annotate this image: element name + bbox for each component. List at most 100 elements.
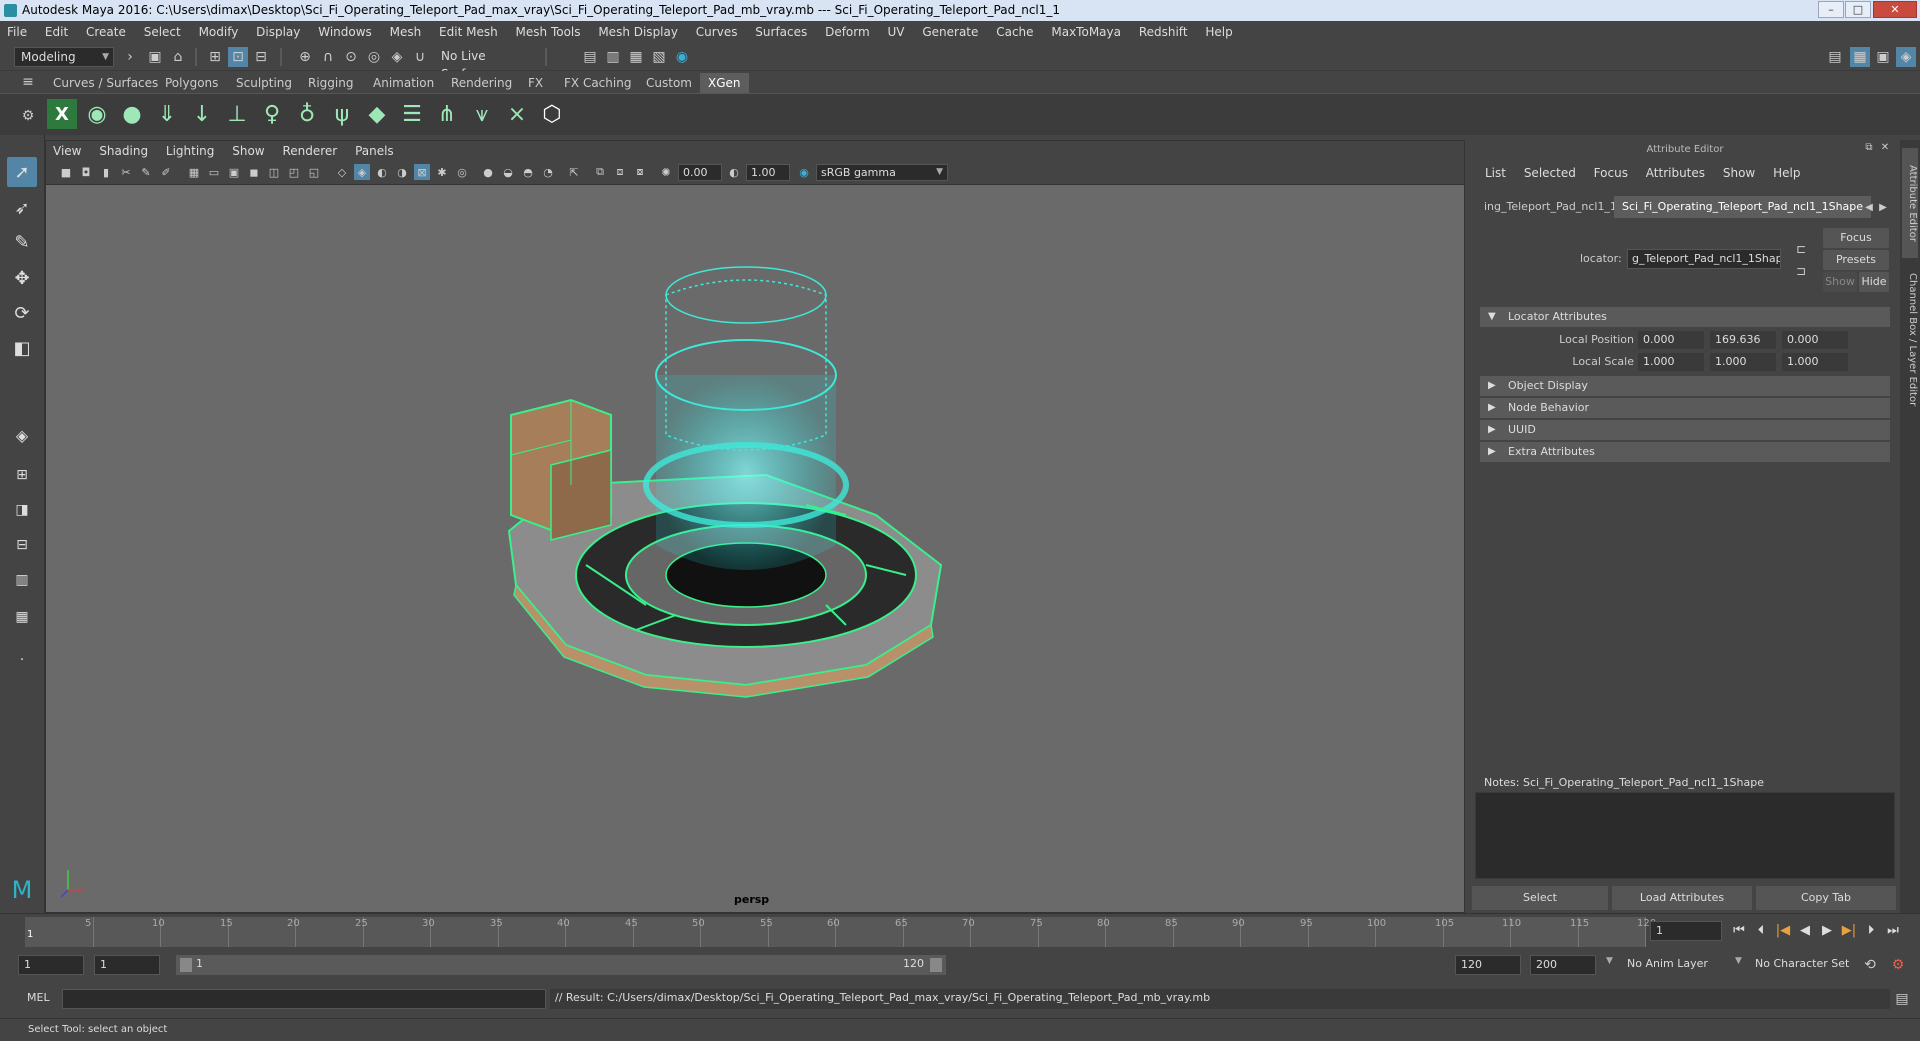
select-by-component-icon[interactable]: ⊟ [251,47,271,67]
menu-uv[interactable]: UV [881,21,912,43]
menu-mesh-display[interactable]: Mesh Display [591,21,685,43]
character-set-dropdown[interactable]: No Character Set [1750,955,1872,975]
shadows-icon[interactable]: ◎ [454,164,470,180]
ae-menu-selected[interactable]: Selected [1517,166,1583,180]
ipr-render-icon[interactable]: ▥ [603,47,623,67]
anti-aliasing-icon[interactable]: ◓ [520,164,536,180]
xgen-primitive-icon[interactable]: ● [117,99,147,129]
local-position-z-field[interactable]: 0.000 [1782,331,1848,349]
motion-blur-icon[interactable]: ◒ [500,164,516,180]
new-scene-icon[interactable]: ▣ [145,47,165,67]
render-settings-icon[interactable]: ▦ [626,47,646,67]
depth-of-field-icon[interactable]: ◔ [540,164,556,180]
tab-left-icon[interactable]: ◀ [1862,197,1876,217]
section-locator-attributes[interactable]: ▼ Locator Attributes [1480,307,1890,327]
magnet-icon[interactable]: ∪ [410,47,430,67]
shelf-tab-polygons[interactable]: Polygons [157,73,226,93]
copy-tab-button[interactable]: Copy Tab [1756,886,1896,910]
playback-start-field[interactable]: 1 [94,955,160,975]
hypershade-icon[interactable]: ▧ [649,47,669,67]
ae-menu-attributes[interactable]: Attributes [1639,166,1712,180]
four-view-layout-icon[interactable]: ⊞ [7,460,37,490]
show-button[interactable]: Show [1823,272,1857,292]
time-ruler[interactable]: 1 5 10 15 20 25 30 35 40 45 50 55 60 65 70 75 80 85 90 95 1… [25,917,1656,947]
outliner-layout-icon[interactable]: ▦ [7,602,37,632]
teleport-pad-model[interactable] [507,266,943,698]
viewport-menu-show[interactable]: Show [225,141,271,161]
side-tab-attribute-editor[interactable]: Attribute Editor [1902,148,1918,258]
tool-settings-icon[interactable]: ▣ [1873,47,1893,67]
camera-select-icon[interactable]: ■ [58,164,74,180]
go-to-start-icon[interactable]: ⏮ [1730,922,1748,940]
close-button[interactable]: ✕ [1873,1,1917,18]
shelf-tab-sculpting[interactable]: Sculpting [228,73,300,93]
ae-menu-show[interactable]: Show [1716,166,1762,180]
play-backwards-icon[interactable]: ◀ [1796,922,1814,940]
viewport-menu-lighting[interactable]: Lighting [159,141,222,161]
range-start-handle[interactable] [180,958,192,972]
channel-box-toggle-icon[interactable]: ◈ [1896,47,1916,67]
gamma-icon[interactable]: ◐ [726,164,742,180]
exposure-field[interactable]: 0.00 [678,164,722,181]
xgen-lock-guide-icon[interactable]: ♁ [292,99,322,129]
single-perspective-layout-icon[interactable]: ◈ [7,420,37,450]
select-by-hierarchy-icon[interactable]: ⊞ [205,47,225,67]
anim-layer-dropdown[interactable]: No Anim Layer [1622,955,1742,975]
section-object-display[interactable]: ▶ Object Display [1480,376,1890,396]
persp-outliner-layout-icon[interactable]: ◨ [7,495,37,525]
textured-icon[interactable]: ◑ [394,164,410,180]
bookmark-icon[interactable]: ▮ [98,164,114,180]
chevron-down-icon[interactable]: ▼ [1735,956,1742,966]
menu-mesh[interactable]: Mesh [383,21,429,43]
mode-dropdown[interactable]: Modeling ▼ [14,47,114,67]
move-tool-icon[interactable]: ✥ [7,263,37,293]
range-end-handle[interactable] [930,958,942,972]
menu-windows[interactable]: Windows [311,21,379,43]
locator-name-field[interactable]: g_Teleport_Pad_ncl1_1Shape [1627,249,1781,269]
ae-menu-list[interactable]: List [1478,166,1513,180]
script-editor-icon[interactable]: ▤ [1892,989,1912,1009]
modeling-toolkit-icon[interactable]: ▤ [1825,47,1845,67]
shelf-tab-fx-caching[interactable]: FX Caching [556,73,639,93]
paint-select-tool-icon[interactable]: ✎ [7,227,37,257]
menu-edit[interactable]: Edit [38,21,75,43]
close-panel-icon[interactable]: ✕ [1878,140,1892,154]
menu-generate[interactable]: Generate [915,21,985,43]
mel-label[interactable]: MEL [27,991,50,1004]
minimize-button[interactable]: – [1818,1,1844,18]
menu-select[interactable]: Select [137,21,188,43]
current-frame-field[interactable]: 1 [1650,921,1722,941]
safe-action-icon[interactable]: ◰ [286,164,302,180]
xgen-grass-icon[interactable]: ψ [327,99,357,129]
render-view-icon[interactable]: ◉ [672,47,692,67]
go-to-output-icon[interactable]: ⊐ [1792,262,1810,280]
menu-display[interactable]: Display [249,21,307,43]
xray-icon[interactable]: ⧉ [592,164,608,180]
xray-joints-icon[interactable]: ⧈ [612,164,628,180]
film-gate-icon[interactable]: ▭ [206,164,222,180]
xgen-layer-icon[interactable]: ◆ [362,99,392,129]
image-plane-icon[interactable]: ✂ [118,164,134,180]
local-position-x-field[interactable]: 0.000 [1638,331,1704,349]
scale-tool-icon[interactable]: ◧ [7,333,37,363]
live-surface-field[interactable]: No Live Surface [435,47,535,81]
section-extra-attributes[interactable]: ▶ Extra Attributes [1480,442,1890,462]
render-frame-icon[interactable]: ▤ [580,47,600,67]
xgen-comb-icon[interactable]: ⋔ [432,99,462,129]
2d-pan-zoom-icon[interactable]: ✐ [158,164,174,180]
viewport-menu-shading[interactable]: Shading [92,141,155,161]
snap-surface-icon[interactable]: ◈ [387,47,407,67]
shelf-tab-curves-surfaces[interactable]: Curves / Surfaces [45,73,166,93]
color-management-icon[interactable]: ◉ [796,164,812,180]
xgen-hex-icon[interactable]: ⬡ [537,99,567,129]
attribute-editor-toggle-icon[interactable]: ▦ [1850,47,1870,67]
menu-file[interactable]: File [0,21,34,43]
float-panel-icon[interactable]: ⧉ [1862,140,1876,154]
xgen-delete-icon[interactable]: ⨯ [502,99,532,129]
command-input[interactable] [62,989,546,1009]
ae-menu-focus[interactable]: Focus [1587,166,1635,180]
shelf-tab-fx[interactable]: FX [520,73,551,93]
focus-button[interactable]: Focus [1823,228,1889,248]
shelf-tab-custom[interactable]: Custom [638,73,700,93]
rotate-tool-icon[interactable]: ⟳ [7,298,37,328]
